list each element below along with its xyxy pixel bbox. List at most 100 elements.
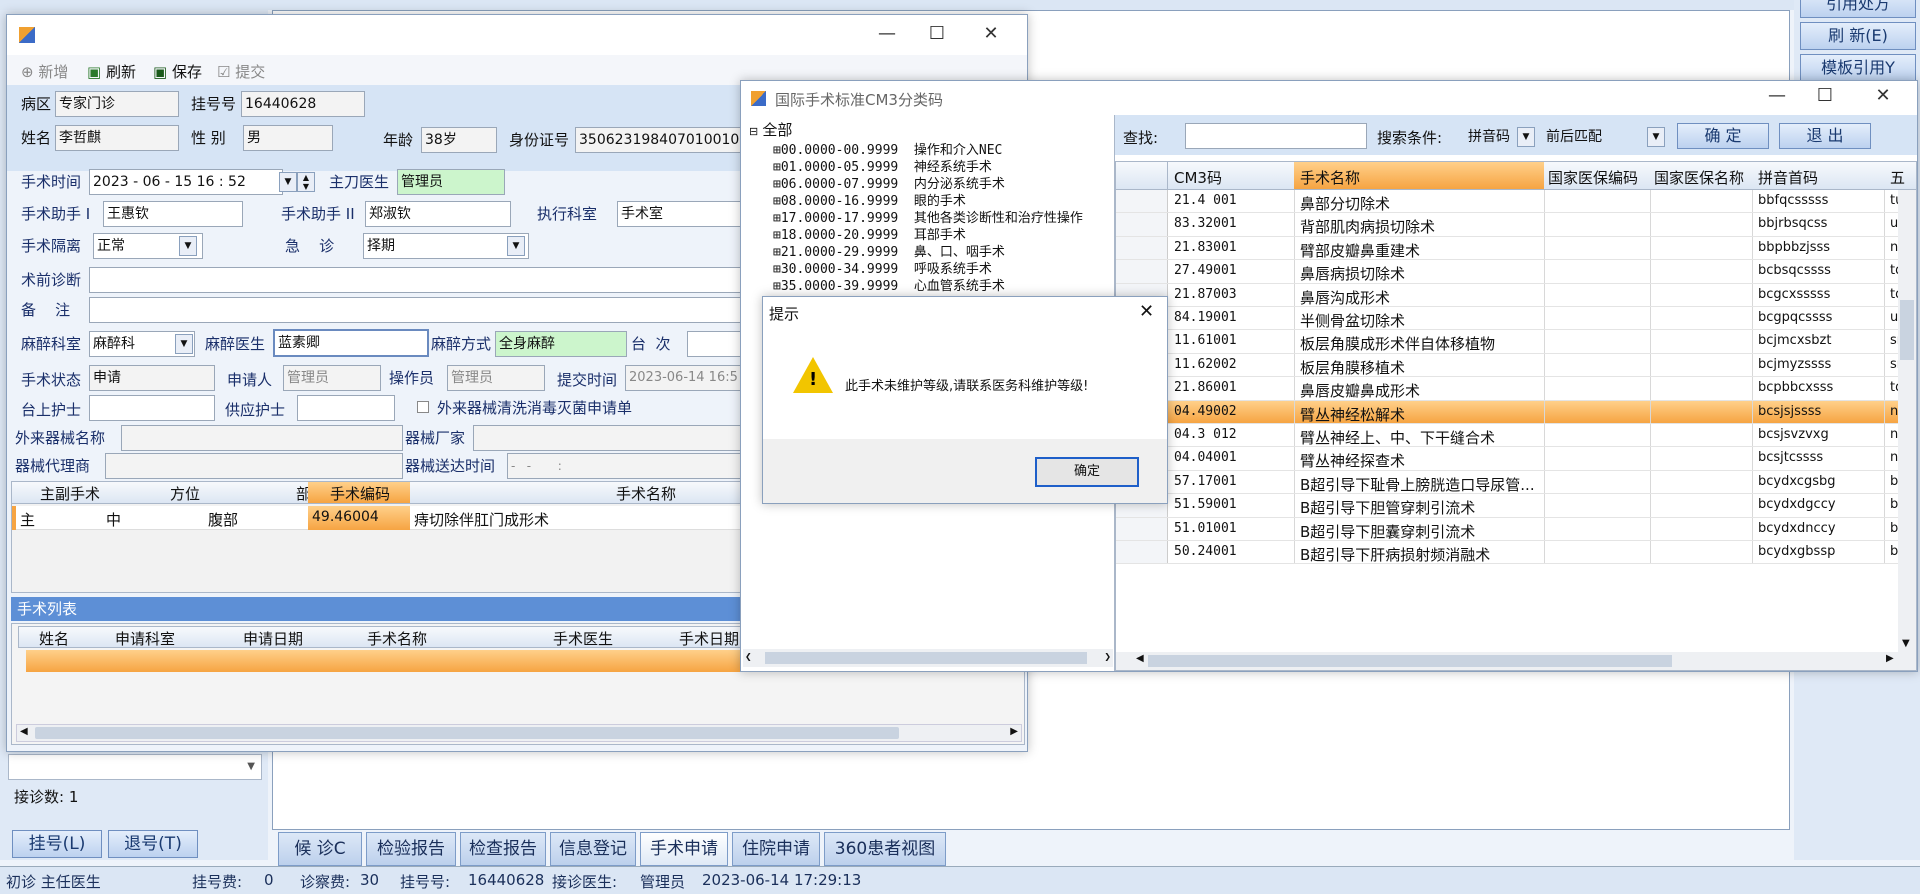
- search-input[interactable]: [1185, 123, 1367, 149]
- tab-surgery-request[interactable]: 手术申请: [640, 832, 728, 866]
- nurse1-field[interactable]: [89, 395, 215, 421]
- table-row[interactable]: 21.83001臂部皮瓣鼻重建术bbpbbzjsssnu: [1116, 236, 1906, 261]
- regno-label: 挂号号: [191, 95, 237, 113]
- list-hscrollbar[interactable]: ◀ ▶: [16, 724, 1022, 742]
- scroll-left-icon[interactable]: ◀: [1136, 653, 1144, 664]
- search-ok-button[interactable]: 确 定: [1677, 123, 1769, 149]
- assist1-field[interactable]: 王惠钦: [103, 201, 243, 227]
- table-row[interactable]: 21.4 001 鼻部分切除术 bbfqcsssss tu: [1116, 190, 1903, 214]
- close-icon[interactable]: ✕: [1863, 81, 1903, 111]
- applicant-label: 申请人: [227, 371, 273, 389]
- table-row[interactable]: 84.19001半侧骨盆切除术bcgpqcssssuw: [1116, 307, 1909, 331]
- cell-divider: [1544, 541, 1545, 564]
- tree-hscrollbar[interactable]: ❮ ❯: [743, 649, 1113, 667]
- cell-divider: [1650, 424, 1651, 447]
- assist2-field[interactable]: 郑淑钦: [365, 201, 511, 227]
- ward-field: 专家门诊: [55, 91, 179, 117]
- dialog-message: 此手术未维护等级,请联系医务科维护等级!: [845, 379, 1089, 394]
- visit-type: 初诊 主任医生: [6, 873, 101, 891]
- maximize-icon[interactable]: ☐: [917, 19, 957, 49]
- tab-exam-report[interactable]: 检查报告: [460, 832, 546, 866]
- scroll-right-icon[interactable]: ❯: [1104, 650, 1111, 663]
- table-row[interactable]: 11.62002板层角膜移植术bcjmyzsssssn: [1116, 353, 1905, 378]
- grid-hscrollbar[interactable]: ◀ ▶: [1116, 652, 1916, 670]
- scroll-down-icon[interactable]: ▼: [1902, 638, 1910, 649]
- scroll-thumb[interactable]: [1900, 300, 1914, 360]
- chevron-down-icon: ▼: [1652, 132, 1660, 142]
- time-spin-button[interactable]: ▲ ▼: [297, 172, 315, 192]
- template-quote-button[interactable]: 模板引用Y: [1800, 54, 1916, 82]
- table-row[interactable]: 27.49001 鼻唇病损切除术 bcbsqcssss td: [1116, 260, 1903, 284]
- exit-button[interactable]: 退 出: [1779, 123, 1871, 149]
- scroll-right-icon[interactable]: ▶: [1010, 726, 1018, 737]
- cell-pinyin: bcpbbcxsss: [1758, 380, 1834, 396]
- cell-divider: [1650, 353, 1651, 377]
- refresh-icon: ▣: [87, 63, 102, 81]
- refresh-toolbar-button[interactable]: ▣ 刷新: [87, 61, 136, 82]
- tab-inpatient-request[interactable]: 住院申请: [732, 832, 820, 866]
- cell-divider: [1752, 541, 1753, 564]
- close-icon[interactable]: ✕: [1139, 301, 1154, 322]
- cell-divider: [1544, 447, 1545, 470]
- unregister-button[interactable]: 退号(T): [108, 830, 198, 858]
- save-button[interactable]: ▣ 保存: [153, 61, 202, 82]
- tree-item[interactable]: ⊞35.0000-39.9999 心血管系统手术: [773, 275, 1005, 294]
- table-row[interactable]: 04.3 012臂丛神经上、中、下干缝合术bcsjsvzvxgnw: [1116, 424, 1909, 448]
- table-row[interactable]: 21.87003 鼻唇沟成形术 bcgcxsssss td: [1116, 283, 1903, 307]
- emergency-select[interactable]: 择期: [363, 233, 529, 259]
- anes-method-field[interactable]: 全身麻醉: [495, 331, 627, 357]
- grid-vscrollbar[interactable]: ▼: [1898, 190, 1916, 654]
- emergency-dropdown-button[interactable]: ▼: [507, 236, 525, 256]
- scroll-thumb[interactable]: [35, 727, 899, 739]
- cell-divider: [1752, 377, 1753, 400]
- remark-label: 备 注: [21, 301, 71, 319]
- scroll-left-icon[interactable]: ❮: [745, 650, 752, 663]
- new-button[interactable]: ⊕ 新增: [21, 61, 68, 82]
- nurse2-field[interactable]: [297, 395, 395, 421]
- cell-name: 板层角膜移植术: [1300, 358, 1406, 377]
- assist2-label: 手术助手 II: [281, 205, 355, 223]
- minimize-icon[interactable]: —: [1757, 81, 1797, 111]
- cond-dropdown-button[interactable]: ▼: [1517, 127, 1535, 147]
- anes-doc-field[interactable]: 蓝素卿: [273, 329, 429, 357]
- table-row[interactable]: 83.32001背部肌肉病损切除术bbjrbsqcssuu: [1116, 213, 1906, 237]
- quote-prescription-button[interactable]: 引用处方: [1800, 0, 1916, 18]
- dept-field[interactable]: 手术室: [617, 201, 757, 227]
- scroll-right-icon[interactable]: ▶: [1886, 653, 1894, 664]
- close-icon[interactable]: ✕: [971, 19, 1011, 49]
- tab-info-register[interactable]: 信息登记: [550, 832, 636, 866]
- table-row[interactable]: 11.61001板层角膜成形术伴自体移植物bcjmcxsbztsn: [1116, 330, 1905, 354]
- time-dropdown-button[interactable]: ▼: [279, 172, 297, 192]
- grid-col-name: 手术名称: [1300, 169, 1361, 187]
- tab-waiting[interactable]: 候 诊C: [278, 832, 362, 866]
- tree-root[interactable]: ⊟ 全部: [749, 119, 792, 140]
- cell-divider: [1544, 494, 1545, 517]
- table-row[interactable]: 51.59001 B超引导下胆管穿刺引流术 bcydxdgccy bf: [1116, 494, 1903, 518]
- cell-code: 50.24001: [1174, 544, 1237, 559]
- cell-divider: [1752, 260, 1753, 283]
- submit-button[interactable]: ☑ 提交: [217, 61, 265, 82]
- refresh-button[interactable]: 刷 新(E): [1800, 22, 1916, 50]
- surgeon-field[interactable]: 管理员: [397, 169, 505, 195]
- tab-360-view[interactable]: 360患者视图: [824, 832, 946, 866]
- anes-dept-dropdown-button[interactable]: ▼: [175, 334, 193, 354]
- table-row[interactable]: 57.17001 B超引导下耻骨上膀胱造口导尿管... bcydxcgsbg bf: [1116, 470, 1903, 495]
- left-combo[interactable]: ▼: [8, 754, 262, 780]
- scroll-thumb[interactable]: [1148, 655, 1672, 667]
- external-checkbox[interactable]: [417, 401, 429, 413]
- tab-lab-report[interactable]: 检验报告: [366, 832, 456, 866]
- dialog-ok-button[interactable]: 确定: [1035, 457, 1139, 487]
- scroll-thumb[interactable]: [765, 652, 1087, 664]
- table-row[interactable]: 04.04001臂丛神经探查术bcsjtcssssnw: [1116, 447, 1909, 471]
- register-button[interactable]: 挂号(L): [12, 830, 102, 858]
- maximize-icon[interactable]: ☐: [1805, 81, 1845, 111]
- surgery-time-picker[interactable]: 2023 - 06 - 15 16 : 52: [89, 169, 283, 195]
- table-row[interactable]: 04.49002臂丛神经松解术bcsjsjssssnw: [1116, 400, 1909, 424]
- table-row[interactable]: 50.24001 B超引导下肝病损射频消融术 bcydxgbssp bf: [1116, 541, 1903, 565]
- scroll-left-icon[interactable]: ◀: [20, 726, 28, 737]
- table-row[interactable]: 21.86001 鼻唇皮瓣鼻成形术 bcpbbcxsss td: [1116, 377, 1903, 401]
- match-dropdown-button[interactable]: ▼: [1647, 127, 1665, 147]
- table-row[interactable]: 51.01001 B超引导下胆囊穿刺引流术 bcydxdnccy bf: [1116, 517, 1903, 541]
- isolation-dropdown-button[interactable]: ▼: [179, 236, 197, 256]
- minimize-icon[interactable]: —: [867, 19, 907, 49]
